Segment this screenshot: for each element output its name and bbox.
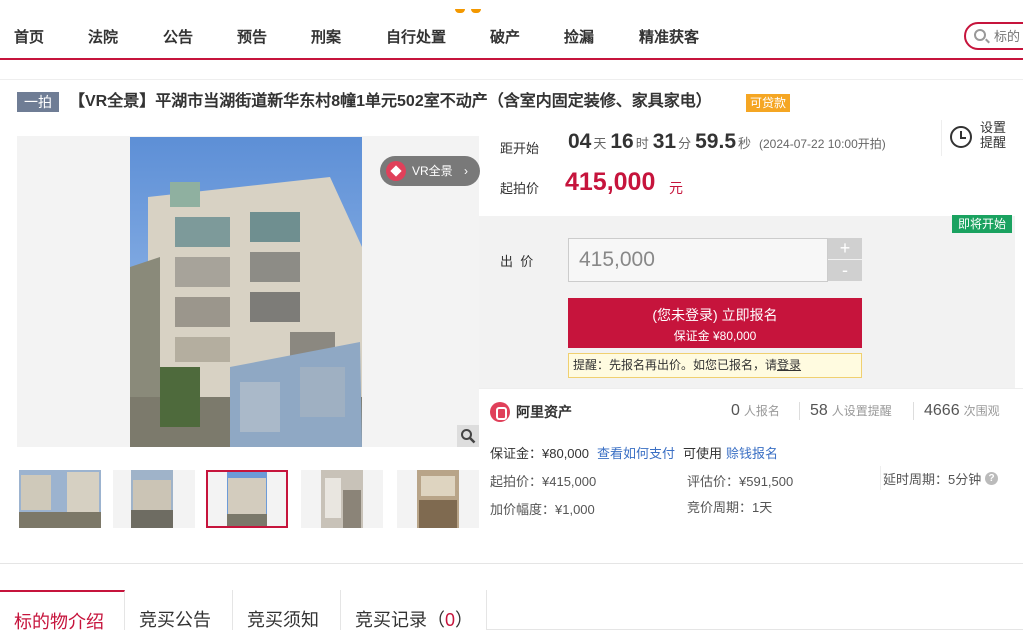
nav-bargain[interactable]: 捡漏: [564, 26, 594, 47]
top-navigation: 首页 法院 公告 预告 刑案 自行处置 破产 捡漏 精准获客: [0, 0, 1023, 60]
detail-start-price: 起拍价：¥415,000: [490, 474, 597, 489]
nav-announcement[interactable]: 公告: [163, 26, 193, 47]
signup-count: 0 人报名: [731, 402, 780, 420]
decrease-bid-button[interactable]: -: [828, 260, 862, 281]
bid-panel: 出 价 415,000 + - (您未登录) 立即报名 保证金 ¥80,000 …: [479, 216, 1015, 388]
view-count-label: 次围观: [963, 404, 1000, 418]
chevron-right-icon: ›: [464, 164, 468, 178]
nav-criminal[interactable]: 刑案: [311, 26, 341, 47]
thumbnail-strip: [17, 470, 487, 530]
tab-bid-announcement[interactable]: 竞买公告: [125, 590, 233, 630]
tip-text: 提醒：先报名再出价。如您已报名，请: [573, 358, 778, 372]
nav-court[interactable]: 法院: [88, 26, 118, 47]
auction-round-tag: 一拍: [17, 92, 59, 112]
seconds-unit: 秒: [738, 136, 752, 151]
detail-appraisal-price: 评估价：¥591,500: [687, 474, 794, 489]
credit-signup-link[interactable]: 赊钱报名: [726, 446, 778, 461]
nav-precise-customers[interactable]: 精准获客: [639, 26, 699, 47]
deposit-amount-label: 保证金 ¥80,000: [673, 329, 757, 343]
vr-panorama-button[interactable]: VR全景 ›: [380, 156, 480, 186]
building-photo[interactable]: [130, 137, 362, 447]
item-title-row: 一拍 【VR全景】平湖市当湖街道新华东村8幢1单元502室不动产（含室内固定装修…: [17, 92, 1017, 116]
countdown-timer: 04 天 16 时 31 分 59.5 秒 (2024-07-22 10:00开拍): [568, 130, 886, 154]
status-badge: 即将开始: [952, 215, 1013, 233]
signup-count-label: 人报名: [743, 404, 780, 418]
auction-start-time: (2024-07-22 10:00开拍): [759, 137, 886, 151]
main-image-area: VR全景 ›: [17, 136, 480, 447]
bid-label: 出 价: [500, 254, 534, 269]
thumbnail[interactable]: [397, 470, 479, 528]
reminder-count-value: 58: [810, 402, 828, 419]
nav-self-disposal[interactable]: 自行处置: [386, 26, 446, 47]
detail-increment: 加价幅度：¥1,000: [490, 502, 595, 517]
detail-delay-period: 延时周期：5分钟: [883, 472, 982, 487]
vr-label: VR全景: [412, 164, 453, 178]
view-count: 4666 次围观: [913, 402, 1000, 420]
detail-tabs: 标的物介绍 竞买公告 竞买须知 竞买记录（0）: [0, 590, 1023, 632]
decorative-dots: [455, 0, 495, 13]
countdown-seconds: 59.5: [695, 130, 736, 153]
signup-count-value: 0: [731, 402, 740, 419]
deposit-text: 保证金：¥80,000: [490, 446, 589, 461]
set-reminder-label: 设置提醒: [980, 120, 1007, 150]
can-use-text: 可使用: [683, 446, 723, 461]
countdown-hours: 16: [610, 130, 634, 153]
tab-bid-records[interactable]: 竞买记录（0）: [341, 590, 487, 630]
search-box[interactable]: [964, 22, 1023, 50]
bid-records-label: 竞买记录（: [355, 610, 445, 630]
thumbnail[interactable]: [113, 470, 195, 528]
countdown-minutes: 31: [652, 130, 677, 153]
tab-item-intro[interactable]: 标的物介绍: [0, 590, 125, 632]
register-button-label: (您未登录) 立即报名: [652, 307, 778, 323]
bid-records-close: ）: [455, 610, 474, 630]
header-spacer: [0, 62, 1023, 80]
search-input[interactable]: [994, 27, 1023, 45]
loan-available-badge: 可贷款: [746, 94, 791, 112]
set-reminder-button[interactable]: 设置提醒: [941, 120, 1023, 156]
nav-preview[interactable]: 预告: [237, 26, 267, 47]
tab-bid-notice[interactable]: 竞买须知: [233, 590, 341, 630]
register-tip: 提醒：先报名再出价。如您已报名，请登录: [568, 353, 862, 378]
nav-home[interactable]: 首页: [14, 26, 44, 47]
vr-icon: [386, 161, 406, 181]
countdown-days: 04: [568, 130, 592, 153]
nav-bankruptcy[interactable]: 破产: [490, 26, 520, 47]
login-link[interactable]: 登录: [777, 358, 801, 372]
days-unit: 天: [593, 136, 607, 151]
hours-unit: 时: [635, 136, 649, 151]
start-price-value: 415,000: [565, 168, 656, 196]
increase-bid-button[interactable]: +: [828, 238, 862, 259]
start-price-label: 起拍价: [500, 181, 540, 196]
register-now-button[interactable]: (您未登录) 立即报名 保证金 ¥80,000: [568, 298, 862, 348]
question-icon[interactable]: ?: [985, 472, 998, 485]
provider-name: 阿里资产: [516, 404, 572, 420]
zoom-icon[interactable]: [457, 425, 479, 447]
ali-assets-icon: [490, 402, 510, 422]
item-title: 【VR全景】平湖市当湖街道新华东村8幢1单元502室不动产（含室内固定装修、家具…: [69, 93, 712, 110]
thumbnail-active[interactable]: [206, 470, 288, 528]
search-icon: [974, 29, 986, 41]
bid-records-count: 0: [445, 610, 456, 630]
view-count-value: 4666: [924, 402, 960, 419]
thumbnail[interactable]: [19, 470, 101, 528]
detail-bidding-period: 竞价周期：1天: [687, 500, 773, 515]
alarm-clock-icon: [950, 126, 972, 148]
countdown-label: 距开始: [500, 141, 540, 156]
reminder-count-label: 人设置提醒: [831, 404, 892, 418]
thumbnail[interactable]: [301, 470, 383, 528]
how-to-pay-link[interactable]: 查看如何支付: [597, 446, 675, 461]
bid-amount-field[interactable]: 415,000: [568, 238, 828, 282]
reminder-count: 58 人设置提醒: [799, 402, 892, 420]
start-price-unit: 元: [669, 180, 683, 196]
minutes-unit: 分: [678, 136, 692, 151]
divider: [880, 466, 881, 490]
section-divider: [0, 563, 1023, 564]
deposit-row: 保证金：¥80,000 查看如何支付 可使用 赊钱报名: [490, 443, 778, 462]
